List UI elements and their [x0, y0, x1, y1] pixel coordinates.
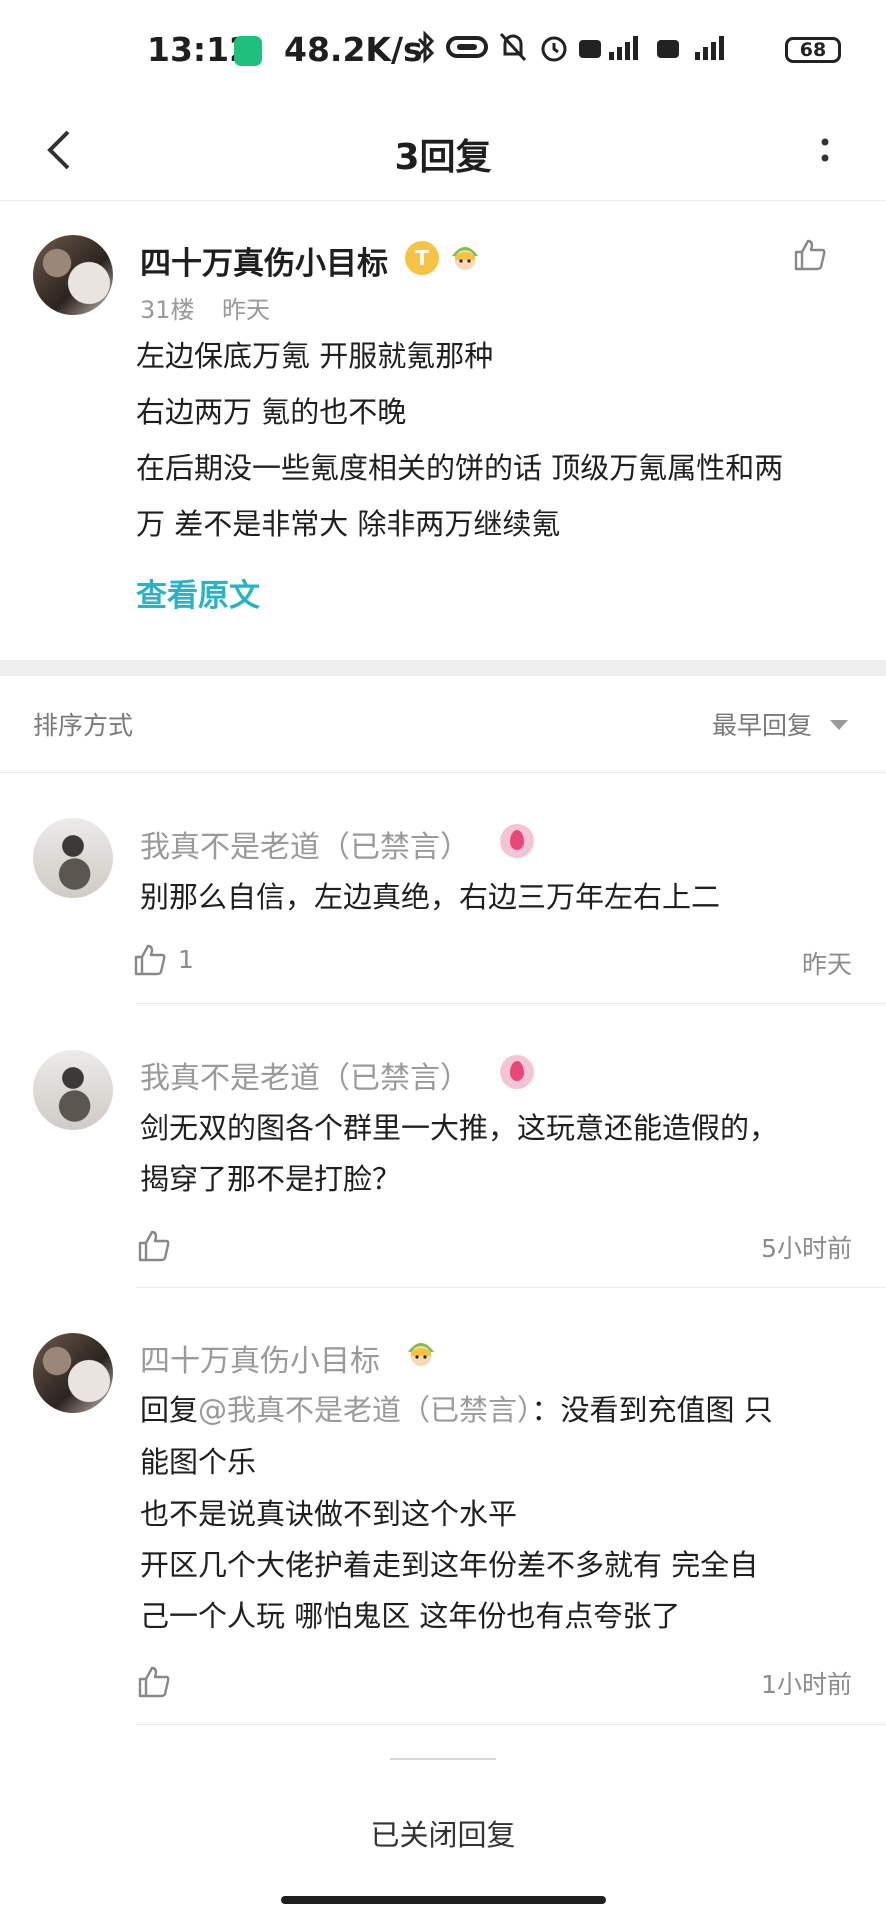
reply-prefix: 回复 [140, 1393, 199, 1427]
avatar[interactable] [33, 235, 113, 315]
avatar[interactable] [33, 818, 113, 898]
sort-label: 排序方式 [33, 711, 134, 740]
reply-author-name[interactable]: 四十万真伤小目标 [140, 1336, 380, 1380]
nav-bar: 3回复 [0, 100, 886, 201]
view-original-link[interactable]: 查看原文 [136, 570, 260, 615]
mute-bell-icon [499, 32, 527, 62]
fire-badge-icon [500, 824, 534, 858]
reply-time: 1小时前 [761, 1670, 852, 1699]
sort-bar: 排序方式 最早回复 [0, 676, 886, 773]
section-divider [0, 660, 886, 676]
reply-text-line: 开区几个大佬护着走到这年份差不多就有 完全自 [140, 1548, 759, 1582]
shield-icon [234, 36, 262, 66]
reply-author-name[interactable]: 我真不是老道（已禁言） [140, 1053, 470, 1097]
link-icon [446, 36, 488, 58]
bluetooth-icon [417, 30, 435, 64]
post-author-name[interactable]: 四十万真伤小目标 [140, 238, 388, 283]
like-icon[interactable] [793, 238, 827, 272]
reply-text-line: 回复@我真不是老道（已禁言）：没看到充值图 只 [140, 1391, 850, 1429]
battery-icon: 68 [785, 37, 841, 63]
post-floor: 31楼 [140, 296, 195, 324]
reply-time: 5小时前 [761, 1234, 852, 1263]
reply-text-rest: ：没看到充值图 只 [531, 1393, 773, 1427]
reply-text-line: 揭穿了那不是打脸？ [140, 1162, 402, 1196]
post-line-4: 万 差不是非常大 除非两万继续氪 [136, 507, 561, 541]
like-icon[interactable] [137, 1229, 171, 1263]
avatar[interactable] [33, 1333, 113, 1413]
post-time: 昨天 [222, 296, 270, 324]
post-line-3: 在后期没一些氪度相关的饼的话 顶级万氪属性和两 [136, 451, 784, 485]
like-icon[interactable] [137, 1665, 171, 1699]
reply-text-line: 也不是说真诀做不到这个水平 [140, 1497, 518, 1531]
signal-4g-icon-2 [657, 36, 724, 60]
end-of-list-hint [390, 1758, 496, 1768]
more-vertical-icon[interactable] [805, 120, 845, 180]
reply-text-line: 己一个人玩 哪怕鬼区 这年份也有点夸张了 [140, 1599, 681, 1633]
home-indicator[interactable] [281, 1896, 606, 1904]
status-icons [415, 30, 735, 64]
alarm-icon [541, 36, 567, 62]
page-title: 3回复 [394, 137, 492, 178]
divider [136, 1003, 886, 1004]
post-line-2: 右边两万 氪的也不晚 [136, 395, 407, 429]
coin-badge-icon: T [405, 241, 439, 275]
reply-text-line: 能图个乐 [140, 1445, 257, 1479]
character-badge-icon [452, 247, 478, 270]
divider [136, 1287, 886, 1288]
chevron-down-icon[interactable] [830, 720, 848, 730]
like-count: 1 [178, 945, 194, 974]
like-icon[interactable] [133, 943, 167, 977]
mention-link[interactable]: @我真不是老道（已禁言） [198, 1393, 532, 1427]
reply-time: 昨天 [801, 950, 852, 979]
sort-dropdown[interactable]: 最早回复 [712, 706, 812, 742]
character-badge-icon [408, 1343, 434, 1366]
network-speed: 48.2K/s [284, 30, 423, 69]
divider [136, 1724, 886, 1725]
signal-4g-icon [579, 36, 638, 60]
avatar[interactable] [33, 1050, 113, 1130]
reply-text-line: 别那么自信，左边真绝，右边三万年左右上二 [140, 880, 721, 914]
reply-author-name[interactable]: 我真不是老道（已禁言） [140, 822, 470, 866]
reply-text-line: 剑无双的图各个群里一大推，这玩意还能造假的， [140, 1111, 779, 1145]
post-line-1: 左边保底万氪 开服就氪那种 [136, 339, 494, 373]
replies-closed-label: 已关闭回复 [370, 1818, 516, 1852]
status-bar: 13:12 48.2K/s 68 [0, 0, 886, 100]
fire-badge-icon [500, 1055, 534, 1089]
